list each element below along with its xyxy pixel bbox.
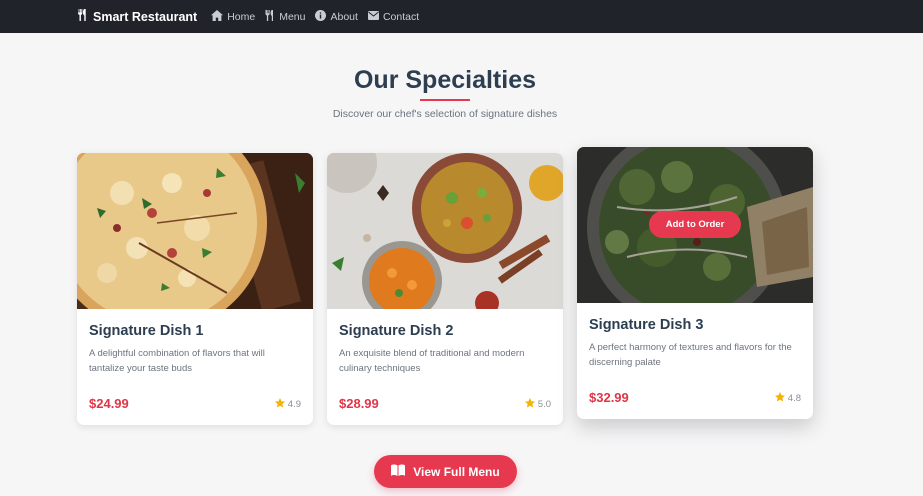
- add-to-order-button[interactable]: Add to Order: [649, 211, 741, 238]
- dish-title: Signature Dish 1: [89, 323, 204, 339]
- nav-links: Home Menu About Contact: [211, 9, 429, 24]
- dish-card-1[interactable]: Signature Dish 1 A delightful combinatio…: [77, 153, 313, 425]
- info-icon: [315, 9, 330, 24]
- star-icon: [524, 398, 538, 411]
- curry-image: [327, 153, 563, 309]
- nav-about-label: About: [330, 10, 358, 23]
- brand[interactable]: Smart Restaurant: [77, 9, 197, 24]
- utensils-icon: [77, 9, 93, 24]
- dish-price: $32.99: [589, 390, 629, 405]
- view-full-menu-button[interactable]: View Full Menu: [374, 455, 517, 488]
- nav-home[interactable]: Home: [211, 9, 256, 24]
- nav-contact[interactable]: Contact: [367, 10, 420, 23]
- nav-home-label: Home: [227, 10, 256, 23]
- title-underline: [420, 99, 470, 101]
- card-body: Signature Dish 1 A delightful combinatio…: [77, 309, 313, 425]
- brand-name: Smart Restaurant: [93, 9, 198, 24]
- card-body: Signature Dish 2 An exquisite blend of t…: [327, 309, 563, 425]
- dish-rating: 5.0: [524, 398, 551, 411]
- home-icon: [211, 9, 227, 24]
- nav-menu[interactable]: Menu: [265, 9, 306, 24]
- navbar: Smart Restaurant Home Menu About Contact: [0, 0, 923, 33]
- dish-description: An exquisite blend of traditional and mo…: [339, 348, 525, 374]
- dish-card-2[interactable]: Signature Dish 2 An exquisite blend of t…: [327, 153, 563, 425]
- dish-price: $28.99: [339, 396, 379, 411]
- star-icon: [774, 392, 788, 405]
- nav-about[interactable]: About: [315, 9, 358, 24]
- dish-description: A delightful combination of flavors that…: [89, 348, 265, 374]
- page-title: Our Specialties: [353, 66, 537, 94]
- dish-title: Signature Dish 2: [339, 323, 454, 339]
- star-icon: [274, 398, 288, 411]
- dish-rating: 4.8: [774, 392, 801, 405]
- utensils-icon: [265, 9, 279, 24]
- pizza-image: [77, 153, 313, 309]
- nav-menu-label: Menu: [279, 10, 306, 23]
- page-subtitle: Discover our chef's selection of signatu…: [332, 108, 558, 120]
- rating-value: 4.8: [787, 393, 801, 404]
- view-full-menu-label: View Full Menu: [413, 464, 500, 479]
- salad-image: Add to Order: [577, 147, 813, 303]
- card-body: Signature Dish 3 A perfect harmony of te…: [577, 303, 813, 419]
- rating-value: 4.9: [287, 399, 301, 410]
- dish-price: $24.99: [89, 396, 129, 411]
- dish-rating: 4.9: [274, 398, 301, 411]
- rating-value: 5.0: [537, 399, 551, 410]
- dish-card-3[interactable]: Add to Order Signature Dish 3 A perfect …: [577, 147, 813, 419]
- nav-contact-label: Contact: [382, 10, 420, 23]
- envelope-icon: [367, 10, 383, 23]
- dish-description: A perfect harmony of textures and flavor…: [589, 342, 792, 368]
- book-icon: [391, 464, 413, 479]
- dish-title: Signature Dish 3: [589, 317, 704, 333]
